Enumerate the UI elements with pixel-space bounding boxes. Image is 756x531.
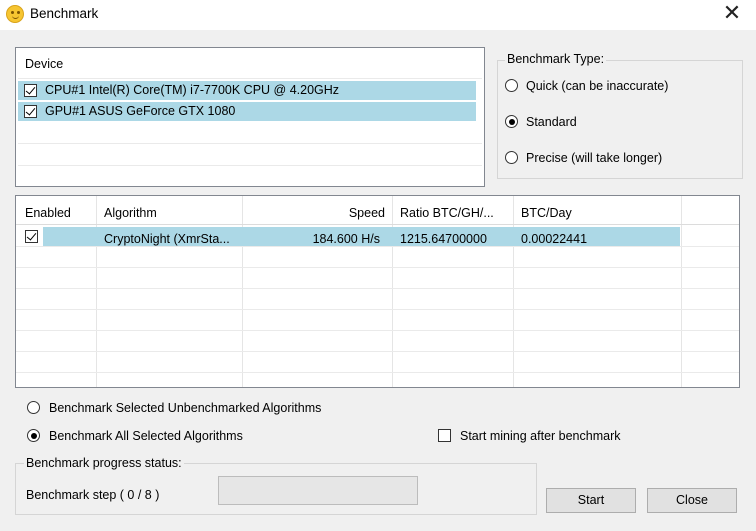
device-gpu-checkbox[interactable]	[24, 105, 37, 118]
device-gpu-label: GPU#1 ASUS GeForce GTX 1080	[45, 104, 236, 118]
device-cpu-label: CPU#1 Intel(R) Core(TM) i7-7700K CPU @ 4…	[45, 83, 340, 97]
radio-quick[interactable]	[505, 79, 518, 92]
benchmark-progress-bar	[218, 476, 418, 505]
window-title: Benchmark	[30, 6, 99, 21]
algo-name: CryptoNight (XmrSta...	[104, 232, 230, 246]
column-header-speed[interactable]: Speed	[266, 206, 385, 220]
radio-precise[interactable]	[505, 151, 518, 164]
device-column-header[interactable]: Device	[25, 57, 63, 71]
algorithm-table[interactable]: Enabled Algorithm Speed Ratio BTC/GH/...…	[15, 195, 740, 388]
radio-all-selected[interactable]	[27, 429, 40, 442]
close-icon[interactable]: ✕	[720, 2, 744, 26]
algo-enabled-checkbox[interactable]	[25, 230, 38, 243]
title-bar: Benchmark ✕	[0, 0, 756, 30]
benchmark-step-text: Benchmark step ( 0 / 8 )	[26, 488, 160, 502]
algo-speed: 184.600 H/s	[312, 232, 380, 246]
start-mining-label[interactable]: Start mining after benchmark	[460, 429, 621, 443]
device-cpu-checkbox[interactable]	[24, 84, 37, 97]
column-header-algorithm[interactable]: Algorithm	[104, 206, 157, 220]
radio-precise-label[interactable]: Precise (will take longer)	[526, 151, 662, 165]
column-header-enabled[interactable]: Enabled	[25, 206, 71, 220]
progress-legend: Benchmark progress status:	[24, 456, 184, 470]
column-header-btc-day[interactable]: BTC/Day	[521, 206, 572, 220]
benchmark-type-legend: Benchmark Type:	[505, 52, 607, 66]
algo-ratio: 1215.64700000	[400, 232, 487, 246]
algo-btc-day: 0.00022441	[521, 232, 588, 246]
close-button[interactable]: Close	[647, 488, 737, 513]
radio-unbenchmarked-label[interactable]: Benchmark Selected Unbenchmarked Algorit…	[49, 401, 321, 415]
device-row-cpu[interactable]: CPU#1 Intel(R) Core(TM) i7-7700K CPU @ 4…	[18, 81, 476, 100]
radio-standard-label[interactable]: Standard	[526, 115, 577, 129]
start-mining-checkbox[interactable]	[438, 429, 451, 442]
radio-unbenchmarked[interactable]	[27, 401, 40, 414]
device-row-gpu[interactable]: GPU#1 ASUS GeForce GTX 1080	[18, 102, 476, 121]
radio-all-selected-label[interactable]: Benchmark All Selected Algorithms	[49, 429, 243, 443]
radio-standard[interactable]	[505, 115, 518, 128]
app-smiley-icon	[6, 5, 24, 23]
device-list[interactable]: Device CPU#1 Intel(R) Core(TM) i7-7700K …	[15, 47, 485, 187]
column-header-ratio[interactable]: Ratio BTC/GH/...	[400, 206, 494, 220]
radio-quick-label[interactable]: Quick (can be inaccurate)	[526, 79, 668, 93]
start-button[interactable]: Start	[546, 488, 636, 513]
